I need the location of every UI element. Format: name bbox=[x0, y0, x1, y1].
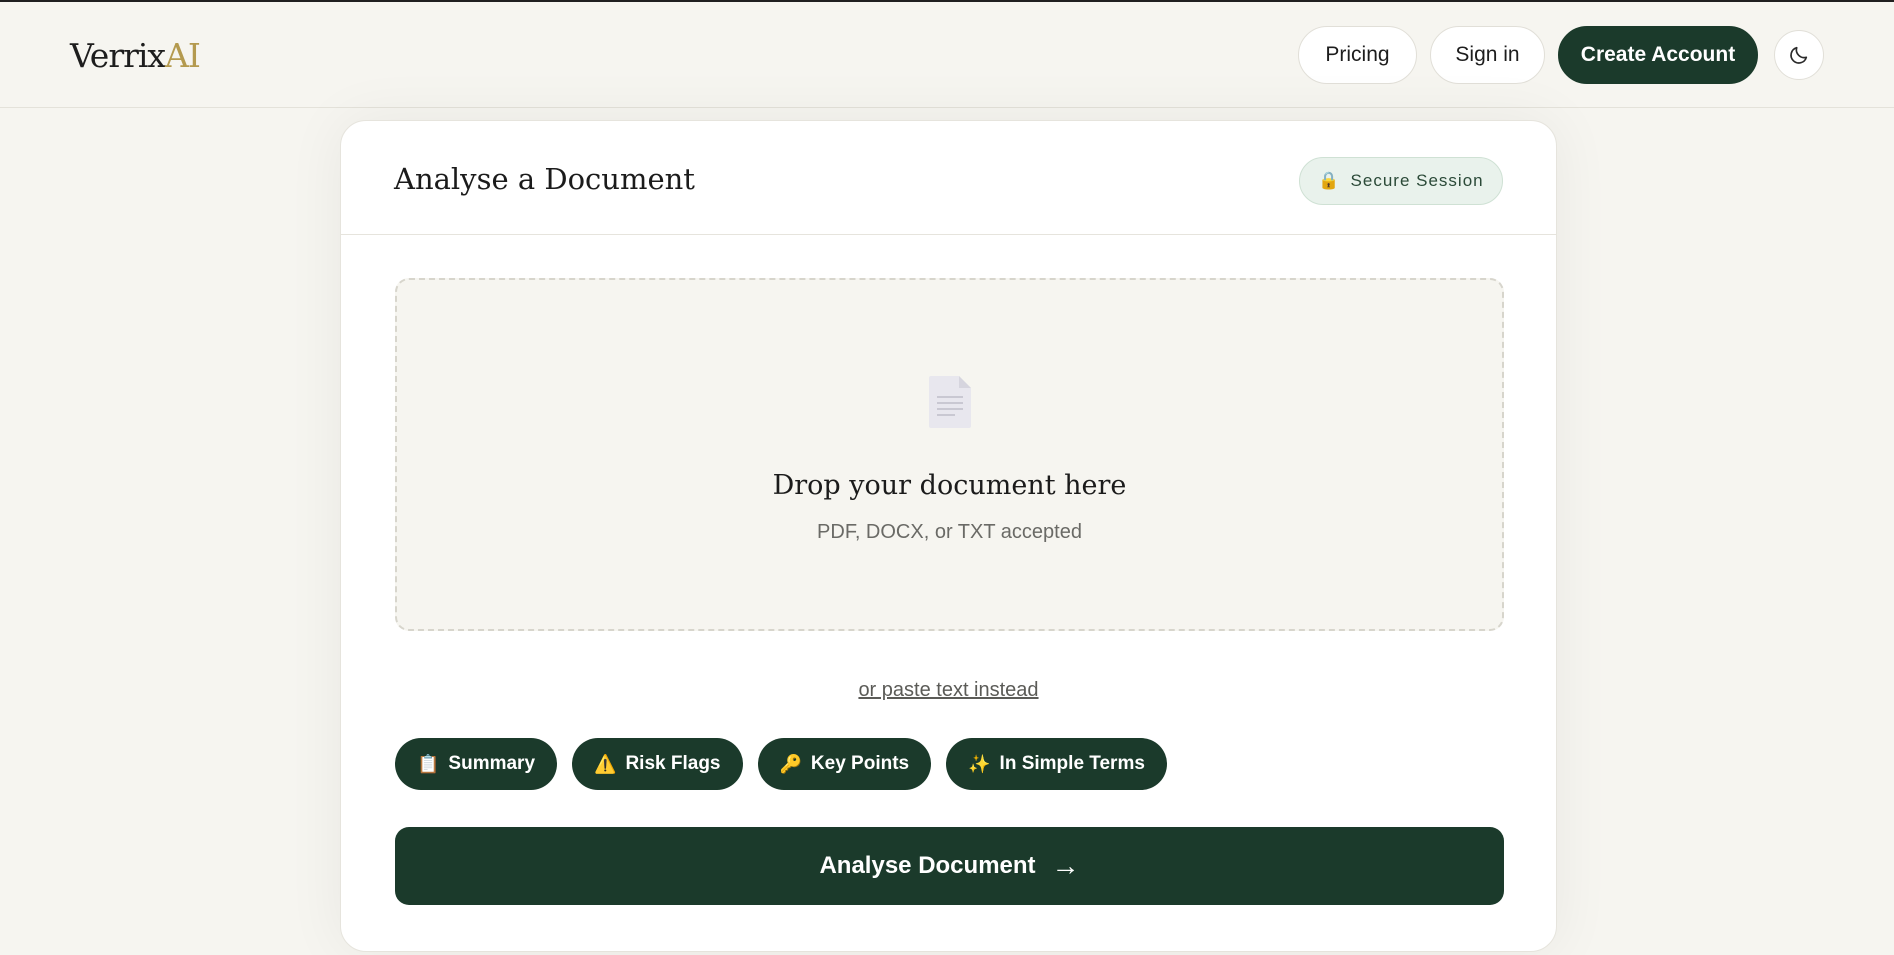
sign-in-button[interactable]: Sign in bbox=[1430, 26, 1545, 84]
key-icon: 🔑 bbox=[779, 753, 802, 774]
chip-risk-flags[interactable]: ⚠️ Risk Flags bbox=[572, 738, 743, 790]
document-dropzone[interactable]: Drop your document here PDF, DOCX, or TX… bbox=[395, 278, 1504, 631]
sparkles-icon: ✨ bbox=[968, 753, 991, 774]
arrow-right-icon: → bbox=[1051, 850, 1080, 881]
card-header: Analyse a Document 🔒 Secure Session bbox=[341, 121, 1556, 235]
chip-label: Risk Flags bbox=[625, 753, 721, 774]
dropzone-title: Drop your document here bbox=[772, 470, 1127, 501]
logo[interactable]: VerrixAI bbox=[70, 36, 201, 76]
create-account-button[interactable]: Create Account bbox=[1558, 26, 1758, 84]
dropzone-subtitle: PDF, DOCX, or TXT accepted bbox=[817, 521, 1082, 543]
theme-toggle-button[interactable] bbox=[1774, 30, 1824, 80]
secure-session-badge: 🔒 Secure Session bbox=[1299, 157, 1503, 205]
chip-summary[interactable]: 📋 Summary bbox=[395, 738, 558, 790]
paste-text-link[interactable]: or paste text instead bbox=[858, 679, 1038, 701]
analysis-options: 📋 Summary ⚠️ Risk Flags 🔑 Key Points ✨ I… bbox=[395, 738, 1167, 790]
card-title: Analyse a Document bbox=[394, 162, 695, 196]
moon-icon bbox=[1790, 46, 1808, 64]
analyse-button-label: Analyse Document bbox=[819, 852, 1036, 879]
chip-label: Summary bbox=[448, 753, 536, 774]
lock-icon: 🔒 bbox=[1318, 171, 1341, 190]
logo-accent: AI bbox=[165, 36, 201, 75]
chip-key-points[interactable]: 🔑 Key Points bbox=[757, 738, 932, 790]
document-icon bbox=[929, 376, 971, 428]
warning-icon: ⚠️ bbox=[594, 753, 617, 774]
chip-simple-terms[interactable]: ✨ In Simple Terms bbox=[946, 738, 1167, 790]
analyse-card: Analyse a Document 🔒 Secure Session Drop… bbox=[340, 120, 1557, 952]
analyse-document-button[interactable]: Analyse Document → bbox=[395, 827, 1504, 905]
chip-label: In Simple Terms bbox=[999, 753, 1145, 774]
clipboard-icon: 📋 bbox=[417, 753, 440, 774]
logo-main: Verrix bbox=[70, 36, 166, 75]
secure-session-label: Secure Session bbox=[1350, 171, 1484, 190]
chip-label: Key Points bbox=[810, 753, 910, 774]
paste-text-row: or paste text instead bbox=[341, 679, 1556, 702]
pricing-button[interactable]: Pricing bbox=[1298, 26, 1417, 84]
top-nav: VerrixAI Pricing Sign in Create Account bbox=[0, 2, 1894, 108]
